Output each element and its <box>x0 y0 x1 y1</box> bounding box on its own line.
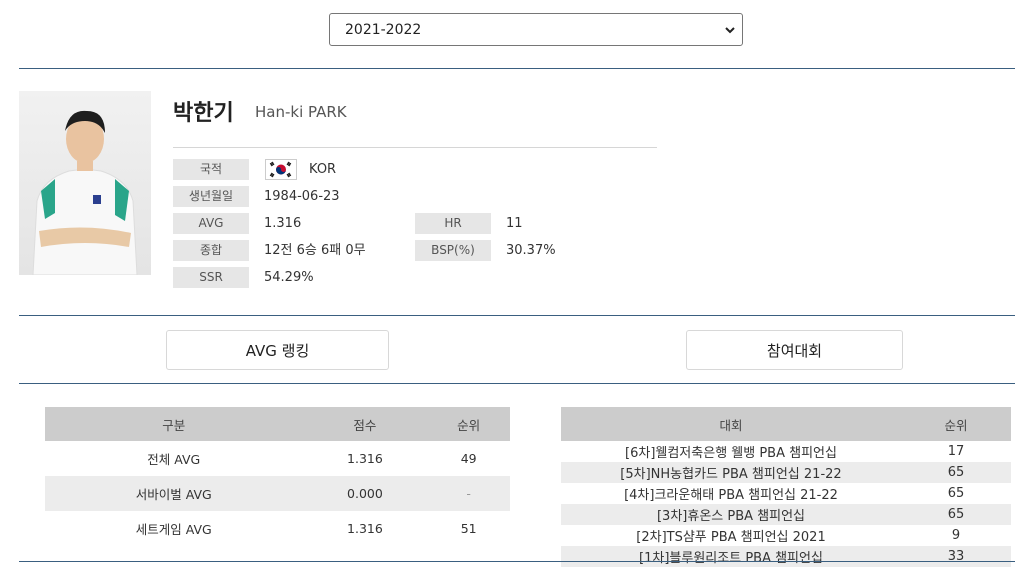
bsp-value: 30.37% <box>506 243 556 258</box>
birthdate-label: 생년월일 <box>173 186 249 207</box>
score-cell: 0.000 <box>302 476 428 511</box>
table-row[interactable]: [4차]크라운해태 PBA 챔피언십 21-22 65 <box>561 483 1011 504</box>
rank-cell: - <box>427 476 510 511</box>
column-header: 점수 <box>302 407 428 441</box>
avg-value: 1.316 <box>264 216 302 231</box>
ssr-value: 54.29% <box>264 270 314 285</box>
tab-avg-ranking[interactable]: AVG 랭킹 <box>166 330 389 370</box>
column-header: 순위 <box>427 407 510 441</box>
category-cell: 세트게임 AVG <box>135 522 212 537</box>
rank-cell: 33 <box>901 546 1011 567</box>
avg-ranking-table: 구분 점수 순위 전체 AVG 1.316 49 서바이벌 AVG 0.000 … <box>45 407 510 546</box>
tournament-name-cell[interactable]: [6차]웰컴저축은행 웰뱅 PBA 챔피언십 <box>561 441 901 462</box>
record-label: 종합 <box>173 240 249 261</box>
table-row[interactable]: [3차]휴온스 PBA 챔피언십 65 <box>561 504 1011 525</box>
tab-tournaments[interactable]: 참여대회 <box>686 330 903 370</box>
divider <box>19 68 1015 69</box>
player-name-korean: 박한기 <box>173 101 234 126</box>
table-row[interactable]: [5차]NH농협카드 PBA 챔피언십 21-22 65 <box>561 462 1011 483</box>
rank-cell: 65 <box>901 462 1011 483</box>
rank-cell: 9 <box>951 528 961 543</box>
record-value: 12전 6승 6패 0무 <box>264 243 366 258</box>
ssr-label: SSR <box>173 267 249 288</box>
table-row[interactable]: [2차]TS샴푸 PBA 챔피언십 2021 9 <box>561 525 1011 546</box>
rank-cell: 65 <box>947 486 965 501</box>
divider <box>19 315 1015 316</box>
category-cell: 서바이벌 AVG <box>45 476 303 511</box>
tournament-name-cell[interactable]: [5차]NH농협카드 PBA 챔피언십 21-22 <box>561 462 901 483</box>
table-header-row: 구분 점수 순위 <box>45 407 510 441</box>
table-row[interactable]: [1차]블루원리조트 PBA 챔피언십 33 <box>561 546 1011 567</box>
table-row: 전체 AVG 1.316 49 <box>45 441 510 476</box>
tournament-name-cell[interactable]: [4차]크라운해태 PBA 챔피언십 21-22 <box>561 483 901 504</box>
score-cell: 1.316 <box>347 521 383 536</box>
divider <box>19 383 1015 384</box>
avg-label: AVG <box>173 213 249 234</box>
nationality-value: KOR <box>309 162 337 177</box>
tournament-name-cell[interactable]: [2차]TS샴푸 PBA 챔피언십 2021 <box>561 525 901 546</box>
bsp-label: BSP(%) <box>415 240 491 261</box>
birthdate-value: 1984-06-23 <box>264 189 340 204</box>
player-name-english: Han-ki PARK <box>255 103 347 121</box>
season-select-value: 2021-2022 <box>345 21 422 38</box>
category-cell: 전체 AVG <box>147 452 201 467</box>
rank-cell: 17 <box>947 444 965 459</box>
hr-value: 11 <box>506 216 523 231</box>
tournament-name-cell[interactable]: [1차]블루원리조트 PBA 챔피언십 <box>561 546 901 567</box>
rank-cell: 65 <box>901 504 1011 525</box>
rank-cell: 49 <box>460 451 477 466</box>
rank-cell: 51 <box>460 521 477 536</box>
name-divider <box>173 147 657 148</box>
nationality-label: 국적 <box>173 159 249 180</box>
chevron-down-icon <box>725 27 735 34</box>
column-header: 대회 <box>561 407 901 441</box>
column-header: 구분 <box>45 407 303 441</box>
table-header-row: 대회 순위 <box>561 407 1011 441</box>
table-row: 세트게임 AVG 1.316 51 <box>45 511 510 546</box>
column-header: 순위 <box>901 407 1011 441</box>
player-photo <box>19 91 151 275</box>
table-row: 서바이벌 AVG 0.000 - <box>45 476 510 511</box>
score-cell: 1.316 <box>347 451 383 466</box>
season-select[interactable]: 2021-2022 <box>329 13 743 46</box>
table-row[interactable]: [6차]웰컴저축은행 웰뱅 PBA 챔피언십 17 <box>561 441 1011 462</box>
hr-label: HR <box>415 213 491 234</box>
divider <box>19 561 1015 562</box>
tournament-table: 대회 순위 [6차]웰컴저축은행 웰뱅 PBA 챔피언십 17 [5차]NH농협… <box>561 407 1011 567</box>
korea-flag-icon <box>265 159 297 180</box>
tournament-name-cell[interactable]: [3차]휴온스 PBA 챔피언십 <box>561 504 901 525</box>
